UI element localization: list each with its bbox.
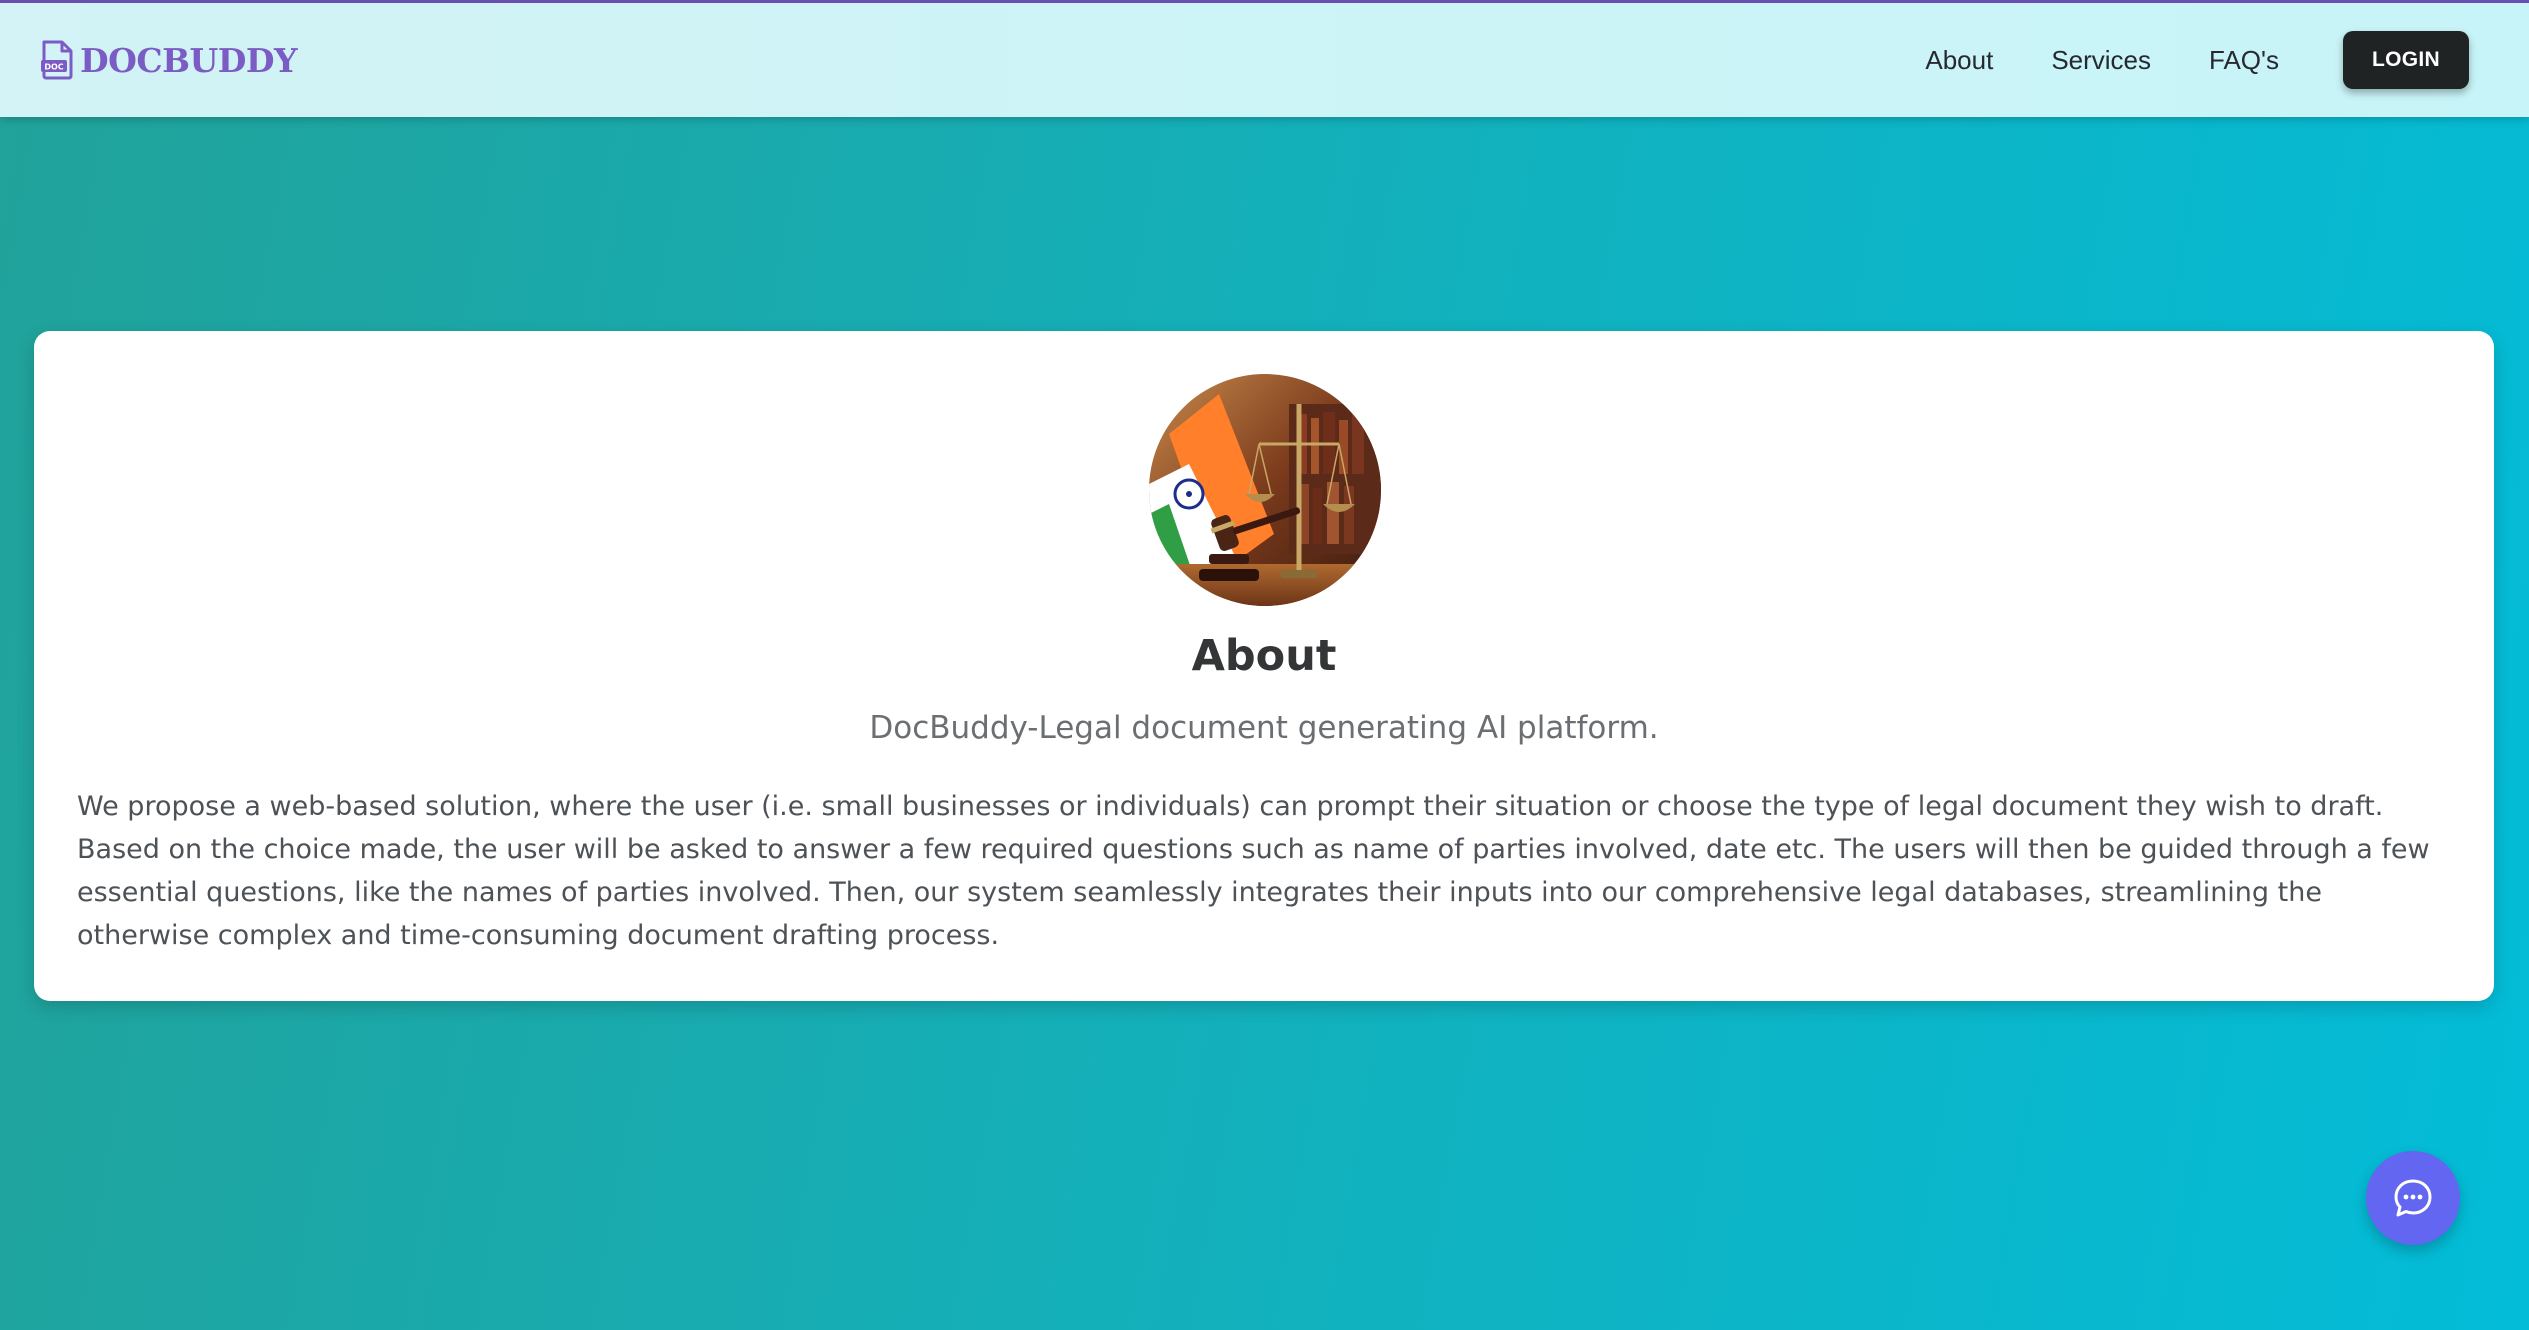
brand-logo[interactable]: DOC DOCBUDDY: [40, 40, 298, 80]
nav-link-faqs[interactable]: FAQ's: [2209, 45, 2279, 76]
chat-bubble-icon: [2394, 1179, 2432, 1217]
nav-link-about[interactable]: About: [1925, 45, 1993, 76]
chat-button[interactable]: [2366, 1151, 2460, 1245]
login-button[interactable]: LOGIN: [2343, 31, 2469, 89]
law-scales-flag-image: [1149, 374, 1381, 606]
document-icon: DOC: [41, 40, 73, 80]
navbar: DOC DOCBUDDY About Services FAQ's LOGIN: [0, 0, 2529, 117]
about-description: We propose a web-based solution, where t…: [77, 791, 2430, 951]
brand-name: DOCBUDDY: [80, 40, 298, 80]
svg-text:DOC: DOC: [44, 63, 63, 72]
main-nav: About Services FAQ's LOGIN: [1867, 31, 2469, 89]
about-subtitle: DocBuddy-Legal document generating AI pl…: [869, 710, 1659, 746]
about-image: [1149, 374, 1381, 606]
nav-link-services[interactable]: Services: [2051, 45, 2151, 76]
about-title: About: [1191, 631, 1337, 681]
about-card: About DocBuddy-Legal document generating…: [34, 331, 2494, 1001]
